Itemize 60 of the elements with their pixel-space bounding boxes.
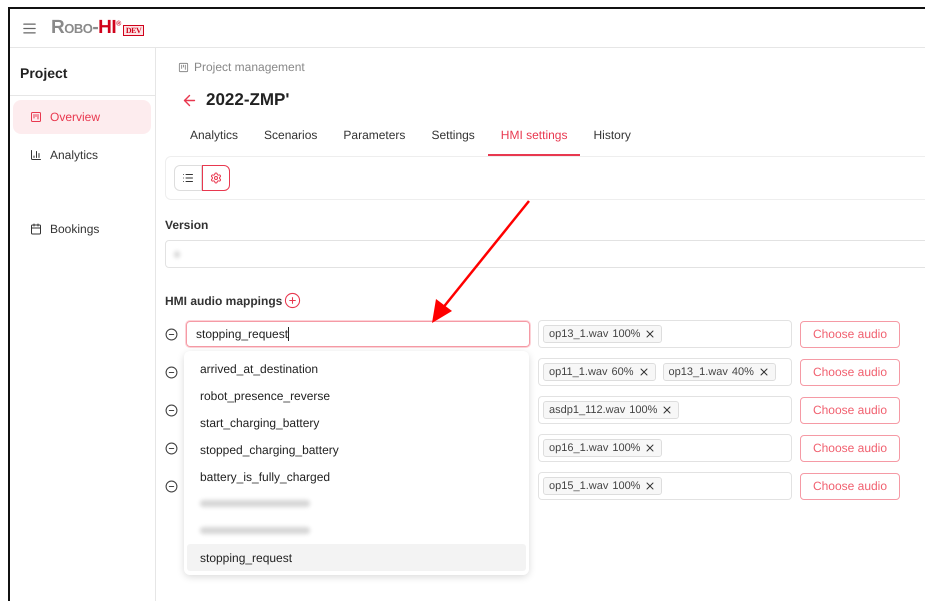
menu-icon[interactable] — [22, 20, 37, 36]
dropdown-option[interactable]: arrived_at_destination — [187, 355, 526, 382]
dropdown-option[interactable]: battery_is_fully_charged — [187, 463, 526, 490]
close-icon[interactable] — [644, 480, 656, 492]
audio-field[interactable]: op13_1.wav 100% — [538, 320, 792, 348]
share-value: 60% — [612, 366, 634, 378]
remove-icon[interactable] — [165, 480, 178, 492]
board-icon — [178, 62, 189, 72]
audio-field[interactable]: op11_1.wav 60% op13_1.wav 40% — [538, 358, 792, 386]
share-value: 100% — [612, 480, 640, 492]
close-icon[interactable] — [758, 366, 770, 378]
logo: Robo-HI$^{®}$ DEV — [51, 17, 144, 39]
audio-field[interactable]: op16_1.wav 100% — [538, 434, 792, 462]
tab[interactable]: Settings — [418, 128, 488, 156]
dropdown-option[interactable]: stopping_request — [187, 544, 526, 571]
dropdown-option[interactable]: start_charging_battery — [187, 409, 526, 436]
share-value: 100% — [612, 328, 640, 340]
add-icon[interactable] — [284, 292, 302, 309]
settings-view-button[interactable] — [202, 165, 230, 191]
version-field[interactable] — [165, 240, 925, 268]
chart-icon — [30, 149, 42, 161]
close-icon[interactable] — [638, 366, 650, 378]
remove-icon[interactable] — [165, 328, 178, 340]
tab[interactable]: HMI settings — [488, 128, 580, 156]
dropdown-option[interactable]: robot_presence_reverse — [187, 382, 526, 409]
settings-icon — [210, 172, 222, 184]
calendar-icon — [30, 223, 42, 235]
share-value: 40% — [732, 366, 754, 378]
file-name: op11_1.wav — [549, 366, 608, 378]
file-name: op16_1.wav — [549, 442, 608, 454]
sidebar-item[interactable]: Overview — [13, 100, 151, 134]
tab[interactable]: Analytics — [177, 128, 252, 156]
share-value: 100% — [612, 442, 640, 454]
page-title: 2022-ZMP' — [206, 90, 290, 110]
file-name: op15_1.wav — [549, 480, 608, 492]
file-name: op13_1.wav — [549, 328, 608, 340]
share-value: 100% — [629, 404, 658, 416]
file-name: asdp1_112.wav — [549, 404, 626, 416]
audio-field[interactable]: asdp1_112.wav 100% — [538, 396, 792, 424]
dropdown-option[interactable]: stopped_charging_battery — [187, 436, 526, 463]
board-icon — [30, 111, 42, 123]
sidebar-item[interactable]: Analytics — [13, 138, 151, 172]
close-icon[interactable] — [644, 328, 656, 340]
close-icon[interactable] — [661, 404, 674, 416]
tab[interactable]: Scenarios — [251, 128, 330, 156]
event-field[interactable]: stopping_request — [186, 321, 530, 347]
field-label: Version — [165, 218, 208, 232]
tab[interactable]: Parameters — [330, 128, 418, 156]
breadcrumb: Project management — [194, 60, 305, 74]
audio-field[interactable]: op15_1.wav 100% — [538, 472, 792, 500]
list-view-button[interactable] — [174, 165, 202, 191]
close-icon[interactable] — [644, 442, 656, 454]
remove-icon[interactable] — [165, 366, 178, 378]
remove-icon[interactable] — [165, 404, 178, 416]
section-title: HMI audio mappings — [165, 294, 282, 308]
file-name: op13_1.wav — [668, 366, 728, 378]
sidebar-item[interactable]: Bookings — [13, 212, 151, 246]
remove-icon[interactable] — [165, 442, 178, 454]
tab[interactable]: History — [580, 128, 644, 156]
sidebar-title: Project — [10, 48, 155, 96]
